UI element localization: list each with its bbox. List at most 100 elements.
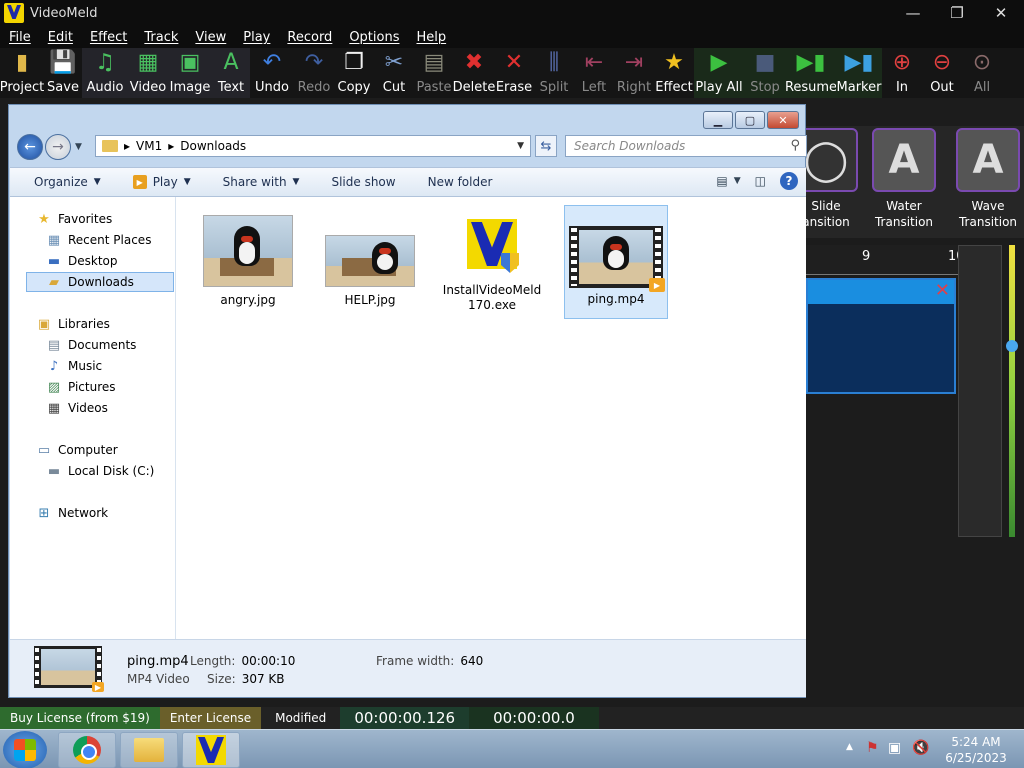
- nav-computer[interactable]: ▭ Computer: [36, 440, 118, 460]
- toolbar-project-button[interactable]: ▮ Project: [0, 48, 44, 98]
- toolbar-out-button[interactable]: ⊖ Out: [922, 48, 962, 98]
- toolbar-all-button[interactable]: ⊙ All: [962, 48, 1002, 98]
- toolbar-right-button[interactable]: ⇥ Right: [614, 48, 654, 98]
- toolbar-paste-button[interactable]: ▤ Paste: [414, 48, 454, 98]
- copy-icon: ❐: [344, 50, 364, 75]
- back-arrow-icon[interactable]: ←: [17, 134, 43, 160]
- nav-documents[interactable]: ▤ Documents: [46, 335, 137, 355]
- toolbar-image-button[interactable]: ▣ Image: [168, 48, 212, 98]
- organize-button[interactable]: Organize ▼: [10, 175, 117, 189]
- timeline-ruler[interactable]: 9 10: [806, 245, 965, 275]
- toolbar-audio-button[interactable]: ♫ Audio: [82, 48, 128, 98]
- toolbar-cut-button[interactable]: ✂ Cut: [374, 48, 414, 98]
- toolbar-video-button[interactable]: ▦ Video: [128, 48, 168, 98]
- show-hidden-icons-icon[interactable]: ▲: [846, 742, 853, 752]
- start-button[interactable]: [3, 731, 47, 768]
- breadcrumb-downloads[interactable]: Downloads: [180, 139, 246, 153]
- app-close-button[interactable]: ✕: [978, 0, 1024, 26]
- breadcrumb-separator-icon[interactable]: ▸: [168, 139, 174, 153]
- file-item-installvideomeld-exe[interactable]: InstallVideoMeld 170.exe: [440, 205, 544, 319]
- toolbar-text-button[interactable]: A Text: [212, 48, 250, 98]
- nav-libraries[interactable]: ▣ Libraries: [36, 314, 110, 334]
- chevron-down-icon[interactable]: ▼: [734, 176, 741, 186]
- address-bar[interactable]: ▸ VM1 ▸ Downloads ▼: [95, 135, 531, 157]
- toolbar-erase-button[interactable]: ✕ Erase: [494, 48, 534, 98]
- toolbar-in-button[interactable]: ⊕ In: [882, 48, 922, 98]
- menu-file[interactable]: File: [0, 30, 39, 45]
- toolbar-play-all-button[interactable]: ▶ Play All: [694, 48, 744, 98]
- breadcrumb-separator-icon[interactable]: ▸: [124, 139, 130, 153]
- menu-options[interactable]: Options: [340, 30, 407, 45]
- toolbar-delete-button[interactable]: ✖ Delete: [453, 48, 496, 98]
- help-icon[interactable]: ?: [780, 172, 798, 190]
- nav-desktop[interactable]: ▬ Desktop: [46, 251, 118, 271]
- menu-view[interactable]: View: [186, 30, 234, 45]
- file-item-ping-mp4[interactable]: ▶ ping.mp4: [564, 205, 668, 319]
- size-value: 307 KB: [241, 672, 285, 686]
- forward-arrow-icon[interactable]: →: [45, 134, 71, 160]
- nav-music[interactable]: ♪ Music: [46, 356, 102, 376]
- toolbar-resume-button[interactable]: ▶▮ Resume: [785, 48, 837, 98]
- zoom-out-icon: ⊖: [932, 50, 952, 75]
- search-input[interactable]: Search Downloads ⚲: [565, 135, 807, 157]
- new-folder-button[interactable]: New folder: [412, 175, 509, 189]
- buy-license-button[interactable]: Buy License (from $19): [0, 707, 160, 729]
- enter-license-button[interactable]: Enter License: [159, 707, 262, 729]
- toolbar-split-button[interactable]: ⫼ Split: [534, 48, 574, 98]
- dialog-maximize-button[interactable]: ▢: [735, 111, 765, 129]
- toolbar-label: Video: [129, 80, 167, 95]
- breadcrumb-vm1[interactable]: VM1: [136, 139, 162, 153]
- transition-water[interactable]: A Water Transition: [862, 126, 946, 238]
- change-view-icon[interactable]: ▤: [716, 174, 727, 188]
- dialog-minimize-button[interactable]: ▁: [703, 111, 733, 129]
- file-item-angry-jpg[interactable]: angry.jpg: [196, 205, 300, 319]
- dialog-close-button[interactable]: ✕: [767, 111, 799, 129]
- nav-recent-places[interactable]: ▦ Recent Places: [46, 230, 152, 250]
- taskbar-chrome[interactable]: [58, 732, 116, 768]
- slide-show-button[interactable]: Slide show: [315, 175, 411, 189]
- preview-pane-icon[interactable]: ◫: [755, 174, 766, 188]
- nav-pictures[interactable]: ▨ Pictures: [46, 377, 116, 397]
- recent-pages-chevron-icon[interactable]: ▼: [75, 142, 82, 152]
- toolbar-redo-button[interactable]: ↷ Redo: [294, 48, 334, 98]
- share-with-button[interactable]: Share with ▼: [207, 175, 316, 189]
- menu-play[interactable]: Play: [234, 30, 278, 45]
- menu-track[interactable]: Track: [135, 30, 186, 45]
- toolbar-copy-button[interactable]: ❐ Copy: [334, 48, 374, 98]
- nav-local-disk[interactable]: ▬ Local Disk (C:): [46, 461, 154, 481]
- taskbar-explorer[interactable]: [120, 732, 178, 768]
- toolbar-marker-button[interactable]: ▶▮ Marker: [836, 48, 882, 98]
- toolbar-save-button[interactable]: 💾 Save: [44, 48, 82, 98]
- play-button[interactable]: ▶ Play ▼: [117, 175, 207, 189]
- menu-edit[interactable]: Edit: [39, 30, 81, 45]
- taskbar-videomeld[interactable]: [182, 732, 240, 768]
- nav-favorites[interactable]: ★ Favorites: [36, 209, 112, 229]
- volume-slider-knob[interactable]: [1006, 340, 1018, 352]
- app-maximize-button[interactable]: ❐: [934, 0, 980, 26]
- toolbar-undo-button[interactable]: ↶ Undo: [250, 48, 294, 98]
- nav-videos[interactable]: ▦ Videos: [46, 398, 108, 418]
- menu-record[interactable]: Record: [278, 30, 340, 45]
- volume-muted-icon[interactable]: 🔇: [912, 740, 929, 756]
- app-minimize-button[interactable]: —: [890, 0, 936, 26]
- chevron-down-icon: ▼: [93, 177, 101, 187]
- timeline-clip[interactable]: ✕: [806, 278, 956, 394]
- documents-icon: ▤: [47, 337, 61, 353]
- menu-effect[interactable]: Effect: [81, 30, 135, 45]
- nav-downloads[interactable]: ▰ Downloads: [26, 272, 174, 292]
- address-dropdown-icon[interactable]: ▼: [517, 141, 524, 151]
- toolbar-stop-button[interactable]: ■ Stop: [744, 48, 786, 98]
- toolbar-effect-button[interactable]: ★ Effect: [654, 48, 694, 98]
- action-center-flag-icon[interactable]: ⚑: [866, 740, 879, 756]
- add-text-icon: A: [223, 50, 239, 75]
- file-item-help-jpg[interactable]: HELP.jpg: [318, 205, 422, 319]
- refresh-icon[interactable]: ⇆: [535, 135, 557, 157]
- network-status-icon[interactable]: ▣: [888, 740, 901, 756]
- toolbar-label: All: [973, 80, 991, 95]
- taskbar-clock[interactable]: 5:24 AM 6/25/2023: [936, 734, 1016, 766]
- clip-remove-icon[interactable]: ✕: [935, 280, 950, 301]
- toolbar-left-button[interactable]: ⇤ Left: [574, 48, 614, 98]
- transition-wave[interactable]: A Wave Transition: [946, 126, 1024, 238]
- menu-help[interactable]: Help: [407, 30, 454, 45]
- nav-network[interactable]: ⊞ Network: [36, 503, 109, 523]
